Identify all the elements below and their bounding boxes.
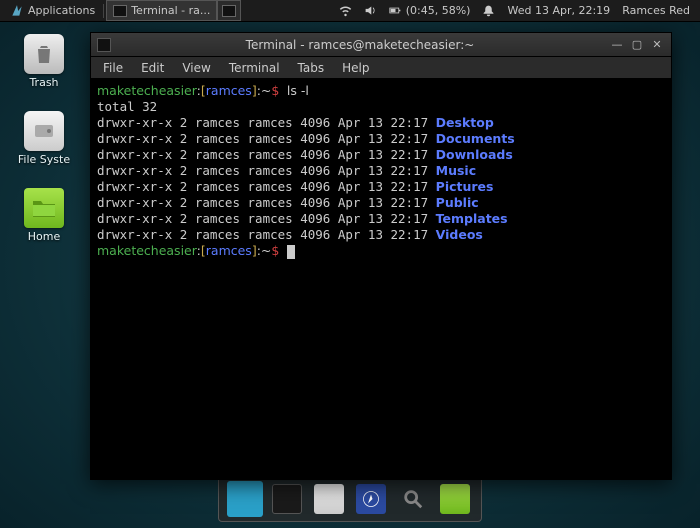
window-controls: — ▢ ✕: [609, 37, 665, 53]
taskbar-label: Terminal - ra...: [131, 4, 210, 17]
battery-icon: [389, 4, 402, 17]
battery-text: (0:45, 58%): [406, 4, 471, 17]
panel-separator: [103, 4, 104, 18]
show-desktop-icon: [230, 484, 260, 514]
bell-icon: [482, 4, 495, 17]
clock[interactable]: Wed 13 Apr, 22:19: [501, 0, 616, 21]
desktop-filesystem[interactable]: File Syste: [14, 111, 74, 166]
file-manager-icon: [314, 484, 344, 514]
desktop-icons: Trash File Syste Home: [14, 34, 74, 243]
close-button[interactable]: ✕: [649, 37, 665, 53]
menu-terminal[interactable]: Terminal: [221, 59, 288, 77]
user-menu[interactable]: Ramces Red: [616, 0, 696, 21]
xfce-logo-icon: [10, 4, 24, 18]
desktop-home-label: Home: [28, 230, 60, 243]
volume-icon: [364, 4, 377, 17]
window-app-icon: [97, 38, 111, 52]
search-icon: [398, 484, 428, 514]
menu-help[interactable]: Help: [334, 59, 377, 77]
terminal-window: Terminal - ramces@maketecheasier:~ — ▢ ✕…: [90, 32, 672, 480]
dock-home-folder[interactable]: [437, 481, 473, 517]
window-menubar: File Edit View Terminal Tabs Help: [91, 57, 671, 79]
window-titlebar[interactable]: Terminal - ramces@maketecheasier:~ — ▢ ✕: [91, 33, 671, 57]
clock-text: Wed 13 Apr, 22:19: [507, 4, 610, 17]
wifi-icon: [339, 4, 352, 17]
taskbar-console-button[interactable]: [217, 0, 241, 21]
menu-tabs[interactable]: Tabs: [290, 59, 333, 77]
drive-icon: [24, 111, 64, 151]
folder-icon: [440, 484, 470, 514]
menu-edit[interactable]: Edit: [133, 59, 172, 77]
maximize-button[interactable]: ▢: [629, 37, 645, 53]
desktop-filesystem-label: File Syste: [18, 153, 70, 166]
desktop-home[interactable]: Home: [14, 188, 74, 243]
taskbar-terminal-button[interactable]: Terminal - ra...: [106, 0, 217, 21]
dock-show-desktop[interactable]: [227, 481, 263, 517]
console-icon: [222, 5, 236, 17]
terminal-icon: [113, 5, 127, 17]
volume-indicator[interactable]: [358, 0, 383, 21]
top-panel: Applications Terminal - ra... (0:45, 58%…: [0, 0, 700, 22]
terminal-viewport[interactable]: maketecheasier:[ramces]:~$ ls -l total 3…: [91, 79, 671, 479]
desktop-trash[interactable]: Trash: [14, 34, 74, 89]
compass-icon: [356, 484, 386, 514]
trash-icon: [24, 34, 64, 74]
network-indicator[interactable]: [333, 0, 358, 21]
dock-app-finder[interactable]: [395, 481, 431, 517]
applications-label: Applications: [28, 4, 95, 17]
battery-indicator[interactable]: (0:45, 58%): [383, 0, 477, 21]
menu-file[interactable]: File: [95, 59, 131, 77]
dock-terminal[interactable]: [269, 481, 305, 517]
dock: [218, 476, 482, 522]
folder-home-icon: [24, 188, 64, 228]
dock-file-manager[interactable]: [311, 481, 347, 517]
dock-web-browser[interactable]: [353, 481, 389, 517]
desktop-trash-label: Trash: [29, 76, 58, 89]
user-name: Ramces Red: [622, 4, 690, 17]
window-title: Terminal - ramces@maketecheasier:~: [117, 38, 603, 52]
terminal-icon: [272, 484, 302, 514]
menu-view[interactable]: View: [174, 59, 218, 77]
notifications-indicator[interactable]: [476, 0, 501, 21]
minimize-button[interactable]: —: [609, 37, 625, 53]
applications-menu[interactable]: Applications: [4, 0, 101, 21]
